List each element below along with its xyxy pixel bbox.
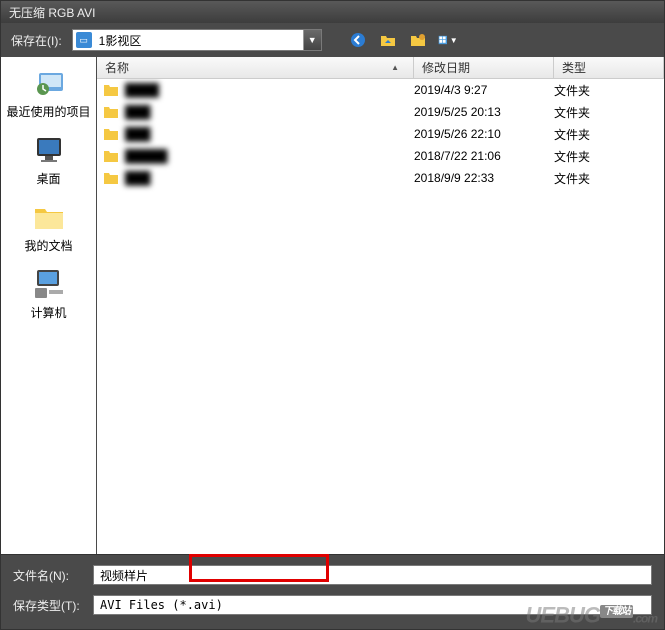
main-area: 最近使用的项目 桌面 我的文档 计算机 [1, 57, 664, 554]
column-date[interactable]: 修改日期 [414, 57, 554, 78]
table-row[interactable]: █████2018/7/22 21:06文件夹 [97, 145, 664, 167]
view-menu-button[interactable]: ▼ [438, 30, 458, 50]
location-text: 1影视区 [95, 32, 303, 49]
file-type: 文件夹 [554, 82, 664, 99]
recent-icon [31, 67, 67, 99]
new-folder-button[interactable] [408, 30, 428, 50]
column-name-label: 名称 [105, 59, 129, 76]
location-toolbar: 保存在(I): ▭ 1影视区 ▼ ▼ [1, 23, 664, 57]
table-row[interactable]: ███2019/5/25 20:13文件夹 [97, 101, 664, 123]
file-name: ████ [125, 83, 414, 97]
folder-icon [103, 171, 119, 185]
folder-icon [103, 127, 119, 141]
window-title: 无压缩 RGB AVI [9, 4, 95, 21]
file-date: 2019/5/26 22:10 [414, 127, 554, 141]
filetype-label: 保存类型(T): [13, 597, 93, 614]
sidebar-item-label: 桌面 [1, 170, 96, 187]
file-type: 文件夹 [554, 126, 664, 143]
file-type: 文件夹 [554, 148, 664, 165]
filename-label: 文件名(N): [13, 567, 93, 584]
sidebar-item-label: 我的文档 [1, 237, 96, 254]
table-row[interactable]: ███2019/5/26 22:10文件夹 [97, 123, 664, 145]
sidebar-item-computer[interactable]: 计算机 [1, 262, 96, 329]
file-date: 2019/5/25 20:13 [414, 105, 554, 119]
table-row[interactable]: ████2019/4/3 9:27文件夹 [97, 79, 664, 101]
file-name: ███ [125, 105, 414, 119]
chevron-down-icon: ▼ [450, 36, 458, 45]
computer-icon [31, 268, 67, 300]
back-button[interactable] [348, 30, 368, 50]
sidebar-item-documents[interactable]: 我的文档 [1, 195, 96, 262]
titlebar: 无压缩 RGB AVI [1, 1, 664, 23]
column-headers: 名称 ▲ 修改日期 类型 [97, 57, 664, 79]
folder-icon [103, 149, 119, 163]
file-type: 文件夹 [554, 104, 664, 121]
column-type[interactable]: 类型 [554, 57, 664, 78]
location-dropdown-icon[interactable]: ▼ [303, 30, 321, 50]
file-name: ███ [125, 127, 414, 141]
save-dialog: 无压缩 RGB AVI 保存在(I): ▭ 1影视区 ▼ ▼ [0, 0, 665, 630]
sidebar-item-recent[interactable]: 最近使用的项目 [1, 61, 96, 128]
file-date: 2018/9/9 22:33 [414, 171, 554, 185]
file-list[interactable]: ████2019/4/3 9:27文件夹███2019/5/25 20:13文件… [97, 79, 664, 554]
desktop-icon [31, 134, 67, 166]
file-pane: 名称 ▲ 修改日期 类型 ████2019/4/3 9:27文件夹███2019… [97, 57, 664, 554]
up-folder-button[interactable] [378, 30, 398, 50]
file-date: 2018/7/22 21:06 [414, 149, 554, 163]
folder-icon [103, 83, 119, 97]
sidebar-item-label: 计算机 [1, 304, 96, 321]
file-date: 2019/4/3 9:27 [414, 83, 554, 97]
location-combo[interactable]: ▭ 1影视区 ▼ [72, 29, 322, 51]
table-row[interactable]: ███2018/9/9 22:33文件夹 [97, 167, 664, 189]
drive-icon: ▭ [76, 32, 92, 48]
save-in-label: 保存在(I): [11, 32, 62, 49]
file-name: █████ [125, 149, 414, 163]
file-type: 文件夹 [554, 170, 664, 187]
places-sidebar: 最近使用的项目 桌面 我的文档 计算机 [1, 57, 97, 554]
documents-icon [31, 201, 67, 233]
sidebar-item-desktop[interactable]: 桌面 [1, 128, 96, 195]
watermark: UEBUG下载站.com [526, 602, 657, 628]
filename-input[interactable] [93, 565, 652, 585]
sort-indicator-icon: ▲ [391, 63, 399, 72]
sidebar-item-label: 最近使用的项目 [1, 103, 96, 120]
folder-icon [103, 105, 119, 119]
column-name[interactable]: 名称 ▲ [97, 57, 414, 78]
file-name: ███ [125, 171, 414, 185]
